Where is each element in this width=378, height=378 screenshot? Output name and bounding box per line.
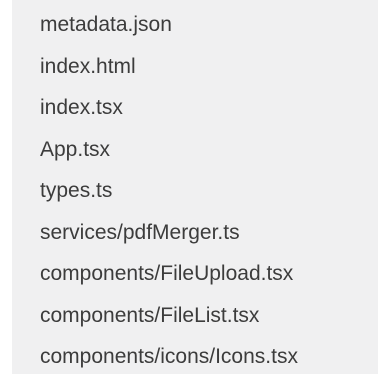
file-item-icons-tsx[interactable]: components/icons/Icons.tsx xyxy=(40,336,298,378)
file-item-index-html[interactable]: index.html xyxy=(40,46,298,88)
file-item-file-upload-tsx[interactable]: components/FileUpload.tsx xyxy=(40,253,298,295)
file-item-index-tsx[interactable]: index.tsx xyxy=(40,87,298,129)
file-item-file-list-tsx[interactable]: components/FileList.tsx xyxy=(40,295,298,337)
file-item-types-ts[interactable]: types.ts xyxy=(40,170,298,212)
file-list-panel: metadata.json index.html index.tsx App.t… xyxy=(12,0,378,374)
file-item-pdf-merger-ts[interactable]: services/pdfMerger.ts xyxy=(40,212,298,254)
file-item-metadata-json[interactable]: metadata.json xyxy=(40,4,298,46)
file-list: metadata.json index.html index.tsx App.t… xyxy=(40,4,298,378)
file-item-app-tsx[interactable]: App.tsx xyxy=(40,129,298,171)
